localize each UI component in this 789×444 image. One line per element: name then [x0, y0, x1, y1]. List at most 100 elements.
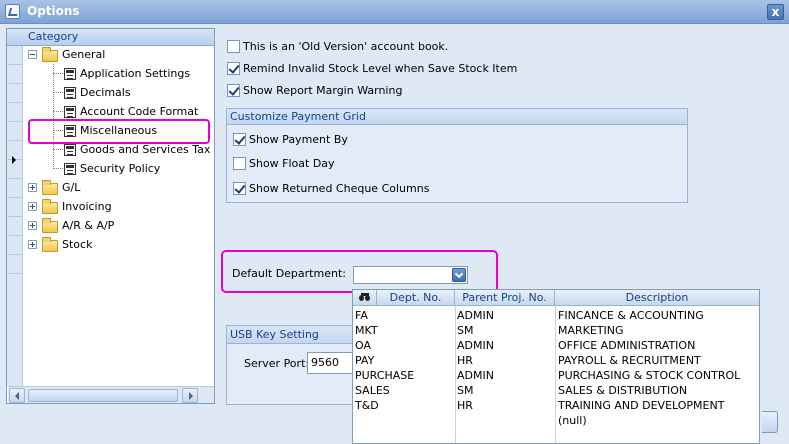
cell-dept: PURCHASE	[355, 369, 415, 382]
cell-description: SALES & DISTRIBUTION	[558, 384, 688, 397]
binoculars-icon[interactable]	[359, 293, 371, 302]
horizontal-scrollbar[interactable]	[8, 386, 214, 403]
report-margin-checkbox[interactable]: Show Report Margin Warning	[227, 83, 402, 99]
cell-description: TRAINING AND DEVELOPMENT	[558, 399, 725, 412]
folder-icon	[42, 218, 58, 233]
cell-dept: SALES	[355, 384, 390, 397]
server-port-input[interactable]: 9560	[307, 352, 354, 374]
scroll-right-button[interactable]	[182, 388, 198, 403]
checkbox-label: This is an 'Old Version' account book.	[243, 40, 449, 53]
cell-description: FINCANCE & ACCOUNTING	[558, 309, 704, 322]
tree-item-security-policy[interactable]: Security Policy	[27, 160, 207, 178]
table-row[interactable]: PAY HR PAYROLL & RECRUITMENT	[353, 353, 759, 368]
show-payment-by-checkbox[interactable]: Show Payment By	[233, 132, 348, 148]
folder-icon	[42, 199, 58, 214]
checkbox-box[interactable]	[227, 61, 240, 75]
tree-item-stock[interactable]: Stock	[27, 236, 207, 254]
close-button[interactable]: x	[767, 4, 784, 20]
table-row[interactable]: OA ADMIN OFFICE ADMINISTRATION	[353, 338, 759, 353]
cell-dept: PAY	[355, 354, 375, 367]
checkbox-label: Show Returned Cheque Columns	[249, 182, 430, 195]
table-row[interactable]: FA ADMIN FINCANCE & ACCOUNTING	[353, 308, 759, 323]
column-header-description[interactable]: Description	[555, 290, 759, 306]
tree-item-gl[interactable]: G/L	[27, 179, 207, 197]
tree-item-invoicing[interactable]: Invoicing	[27, 198, 207, 216]
scroll-left-button[interactable]	[9, 388, 25, 403]
tree-item-label: General	[62, 48, 106, 61]
expand-icon[interactable]	[28, 183, 37, 192]
expand-icon[interactable]	[28, 240, 37, 249]
expand-icon[interactable]	[28, 202, 37, 211]
tree-item-label: Decimals	[80, 86, 131, 99]
cell-dept: FA	[355, 309, 368, 322]
expand-icon[interactable]	[28, 221, 37, 230]
server-port-label: Server Port:	[244, 357, 310, 370]
checkbox-box[interactable]	[227, 39, 240, 53]
cell-dept: OA	[355, 339, 371, 352]
row-indicator-column	[7, 46, 23, 386]
cell-parent: ADMIN	[457, 369, 494, 382]
scroll-thumb[interactable]	[28, 389, 178, 402]
checkbox-label: Show Report Margin Warning	[243, 84, 403, 97]
tree-item-application-settings[interactable]: Application Settings	[27, 65, 207, 83]
tree-item-label: Application Settings	[80, 67, 191, 80]
remind-stock-checkbox[interactable]: Remind Invalid Stock Level when Save Sto…	[227, 61, 517, 77]
highlight-annotation	[221, 250, 498, 293]
cell-parent: HR	[457, 399, 473, 412]
window-title: Options	[27, 4, 80, 18]
checkbox-label: Show Float Day	[249, 157, 335, 170]
folder-icon	[42, 180, 58, 195]
folder-icon	[42, 47, 58, 62]
highlight-annotation	[28, 119, 210, 144]
dropdown-header: Dept. No. Parent Proj. No. Description	[353, 290, 759, 306]
old-version-checkbox[interactable]: This is an 'Old Version' account book.	[227, 39, 448, 55]
table-row[interactable]: PURCHASE ADMIN PURCHASING & STOCK CONTRO…	[353, 368, 759, 383]
cell-description: OFFICE ADMINISTRATION	[558, 339, 696, 352]
tree-item-label: A/R & A/P	[62, 219, 115, 232]
tree-item-label: Security Policy	[80, 162, 161, 175]
app-icon	[5, 4, 20, 19]
cell-parent: ADMIN	[457, 309, 494, 322]
settings-page-icon	[64, 87, 76, 99]
settings-page-icon	[64, 68, 76, 80]
settings-page-icon	[64, 163, 76, 175]
cell-description: PURCHASING & STOCK CONTROL	[558, 369, 741, 382]
tree-header: Category	[7, 29, 214, 46]
group-title: Customize Payment Grid	[227, 109, 687, 125]
settings-page-icon	[64, 106, 76, 118]
checkbox-box[interactable]	[233, 156, 246, 170]
column-header-dept-no[interactable]: Dept. No.	[377, 290, 455, 306]
table-row[interactable]: MKT SM MARKETING	[353, 323, 759, 338]
show-returned-cheque-checkbox[interactable]: Show Returned Cheque Columns	[233, 181, 429, 197]
cell-dept: T&D	[355, 399, 379, 412]
cell-description: (null)	[558, 414, 587, 427]
checkbox-box[interactable]	[233, 132, 246, 146]
cell-parent: HR	[457, 354, 473, 367]
tree-item-decimals[interactable]: Decimals	[27, 84, 207, 102]
settings-page-icon	[64, 144, 76, 156]
cell-parent: SM	[457, 324, 474, 337]
tree-item-label: G/L	[62, 181, 81, 194]
group-title: USB Key Setting	[227, 326, 353, 344]
cell-description: MARKETING	[558, 324, 624, 337]
table-row[interactable]: T&D HR TRAINING AND DEVELOPMENT	[353, 398, 759, 413]
folder-icon	[42, 237, 58, 252]
cell-parent: ADMIN	[457, 339, 494, 352]
tree-item-ar-ap[interactable]: A/R & A/P	[27, 217, 207, 235]
ok-button[interactable]	[762, 411, 778, 433]
cell-parent: SM	[457, 384, 474, 397]
tree-item-general[interactable]: General	[27, 46, 207, 64]
table-row[interactable]: (null)	[353, 413, 759, 428]
category-tree: Category General Application Settings De…	[6, 28, 215, 404]
checkbox-box[interactable]	[227, 83, 240, 97]
checkbox-box[interactable]	[233, 181, 246, 195]
department-dropdown[interactable]: Dept. No. Parent Proj. No. Description F…	[352, 289, 760, 444]
checkbox-label: Show Payment By	[249, 133, 348, 146]
cell-dept: MKT	[355, 324, 378, 337]
find-column[interactable]	[353, 290, 377, 306]
column-header-parent-proj-no[interactable]: Parent Proj. No.	[455, 290, 555, 306]
payment-grid-group: Customize Payment Grid Show Payment By S…	[226, 108, 688, 203]
show-float-day-checkbox[interactable]: Show Float Day	[233, 156, 335, 172]
collapse-icon[interactable]	[28, 50, 37, 59]
table-row[interactable]: SALES SM SALES & DISTRIBUTION	[353, 383, 759, 398]
